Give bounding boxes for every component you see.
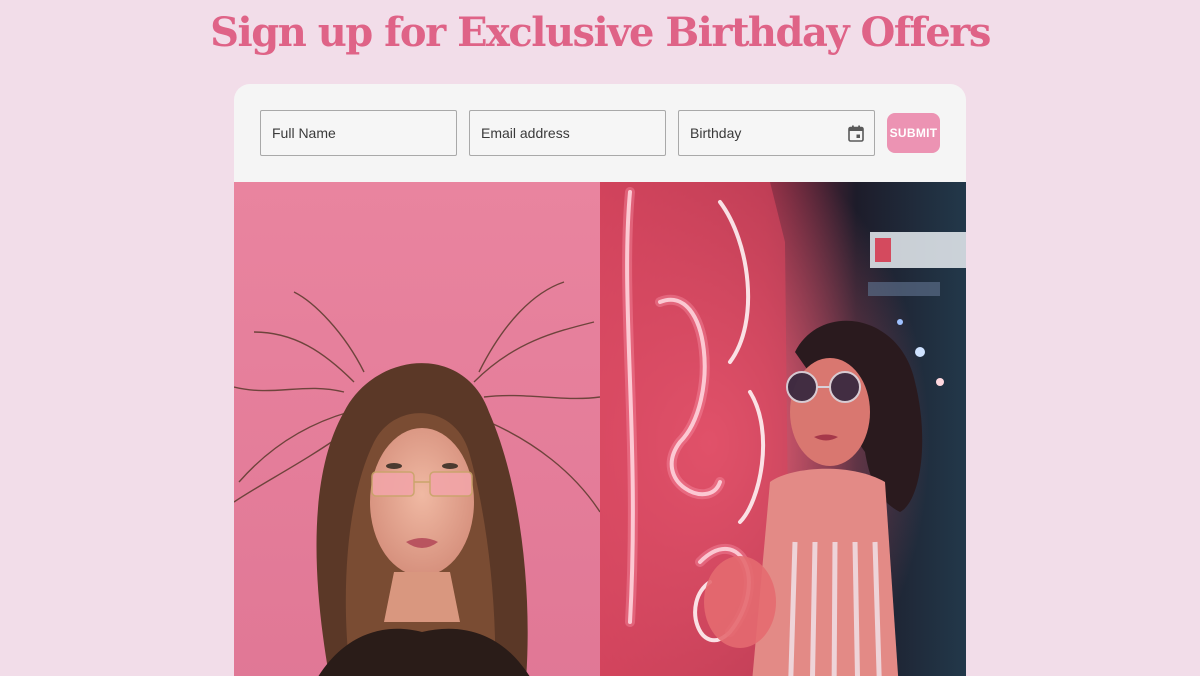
submit-button[interactable]: SUBMIT <box>887 113 940 153</box>
photo-neon-sign <box>600 182 966 676</box>
birthday-placeholder: Birthday <box>690 125 742 141</box>
signup-page: Sign up for Exclusive Birthday Offers Bi… <box>0 0 1200 676</box>
page-title: Sign up for Exclusive Birthday Offers <box>210 9 991 56</box>
signup-form: Birthday SUBMIT <box>234 84 966 182</box>
signup-card: Birthday SUBMIT <box>234 84 966 676</box>
email-input[interactable] <box>469 110 666 156</box>
birthday-date-input[interactable]: Birthday <box>678 110 875 156</box>
portrait-pink-wall-image <box>234 182 600 676</box>
portrait-neon-night-image <box>600 182 966 676</box>
photo-pink-wall <box>234 182 600 676</box>
calendar-icon[interactable] <box>848 125 864 142</box>
full-name-input[interactable] <box>260 110 457 156</box>
